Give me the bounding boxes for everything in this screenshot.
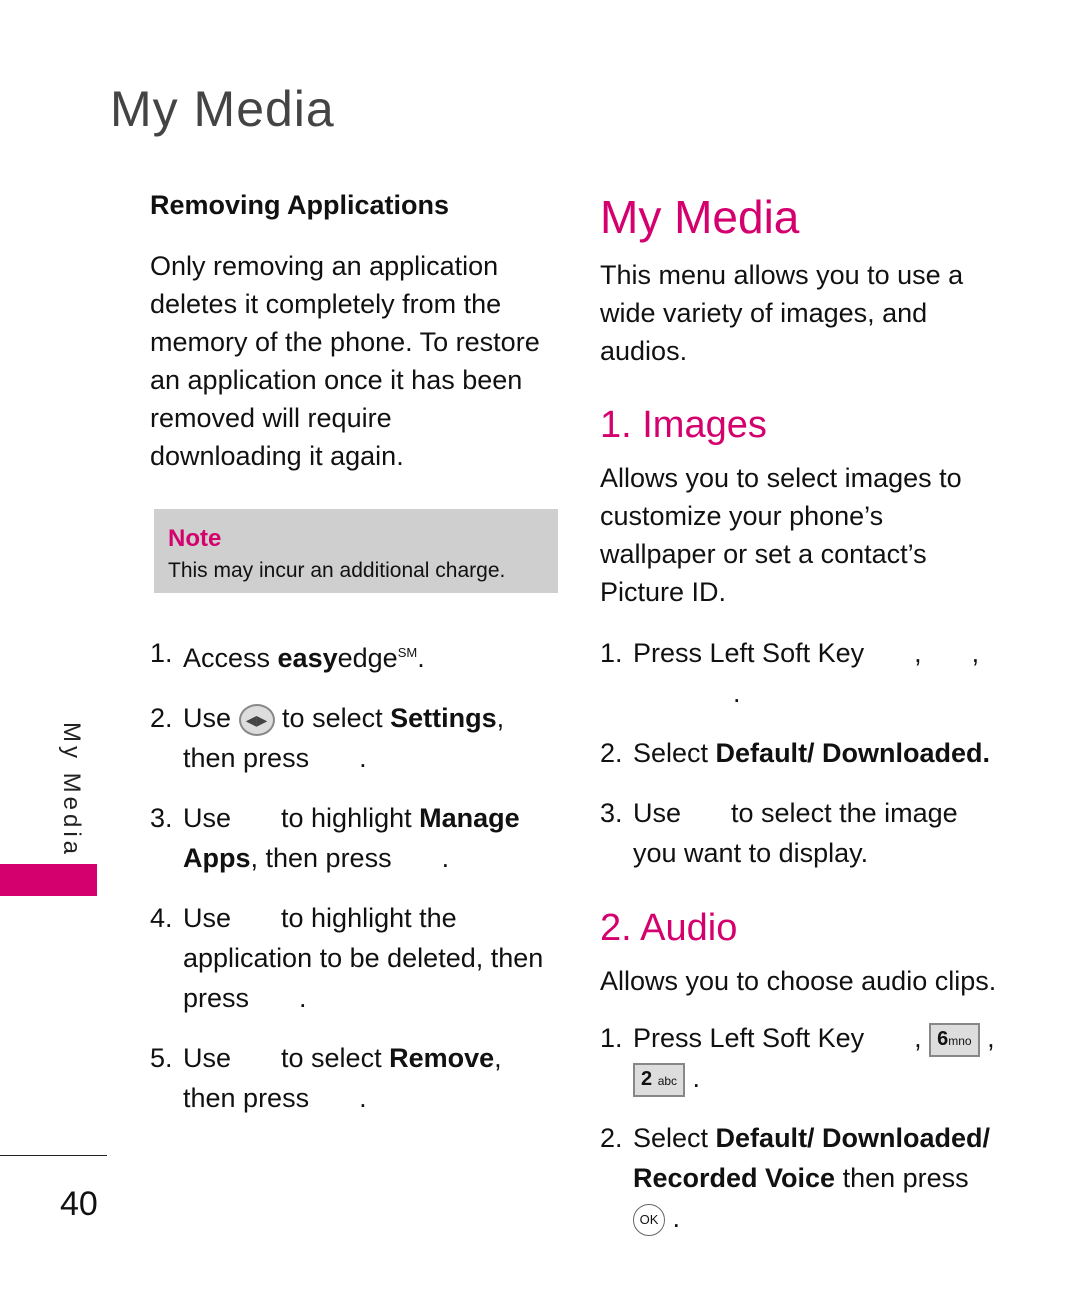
steps-list: 1. Access easyedgeSM. 2. Use ◀▶ to select … — [150, 633, 550, 1118]
nav-left-right-icon: ◀▶ — [238, 703, 275, 736]
footer-rule — [0, 1155, 107, 1156]
audio-heading: 2. Audio — [600, 907, 738, 949]
audio-description: Allows you to choose audio clips. — [600, 966, 997, 996]
section-subtitle: Removing Applications — [150, 190, 450, 220]
key-6-icon: 6mno — [929, 1022, 980, 1057]
step: 1. Access easyedgeSM. — [150, 638, 425, 673]
right-column: My Media This menu allows you to use a w… — [600, 190, 1000, 1258]
step: 2. Select Default/ Downloaded. — [600, 738, 991, 768]
step: 3. Use to highlight Manage Apps, then pres… — [150, 803, 520, 873]
key-2-icon: 2 abc — [633, 1062, 686, 1097]
ok-key-icon: OK — [633, 1203, 665, 1236]
step: 1. Press Left Soft Key,,. — [600, 638, 980, 708]
images-steps: 1. Press Left Soft Key,,. 2. Select Defaul… — [600, 633, 1000, 873]
side-section-label: My Media — [58, 722, 85, 859]
intro-paragraph: This menu allows you to use a wide varie… — [600, 260, 964, 366]
step: 3. Use to select the image you want to dis… — [600, 798, 958, 868]
section-title: My Media — [600, 191, 800, 243]
step: 5. Use to select Remove, then press. — [150, 1043, 502, 1113]
step: 2. Select Default/ Downloaded/ Recorded V… — [600, 1118, 1000, 1238]
images-heading: 1. Images — [600, 404, 767, 446]
note-text: This may incur an additional charge. — [168, 559, 506, 582]
step: 4. Use to highlight the application to be … — [150, 903, 544, 1013]
side-tab-marker — [0, 864, 97, 896]
left-column: Removing Applications Only removing an a… — [150, 190, 558, 1138]
note-title: Note — [168, 525, 222, 552]
step: 2. Use ◀▶ to select Settings, then press. — [150, 703, 505, 773]
audio-steps: 1. Press Left Soft Key, 6mno ,2 abc . 2. S… — [600, 1018, 1000, 1238]
images-description: Allows you to select images to customize… — [600, 463, 962, 607]
page-number: 40 — [60, 1185, 98, 1223]
intro-paragraph: Only removing an application deletes it … — [150, 251, 540, 471]
page-header: My Media — [110, 81, 335, 137]
step: 1. Press Left Soft Key, 6mno ,2 abc . — [600, 1018, 1000, 1098]
note-box: Note This may incur an additional charge… — [154, 509, 558, 593]
